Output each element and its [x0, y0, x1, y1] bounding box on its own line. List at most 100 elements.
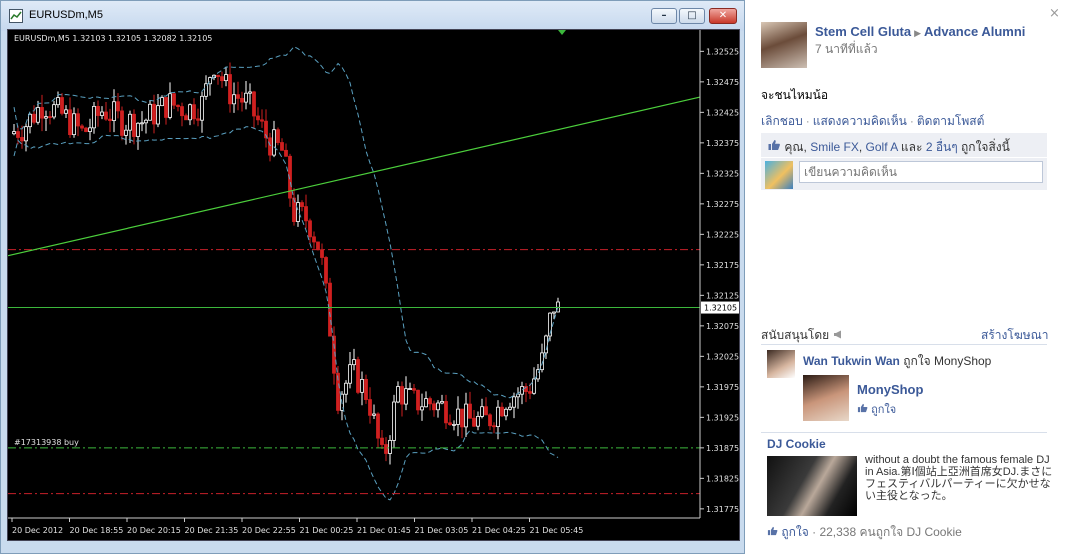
candle-bull	[452, 424, 456, 426]
candle-bull	[436, 402, 440, 411]
thumbs-up-icon	[767, 526, 778, 536]
ad-user-avatar[interactable]	[767, 350, 795, 378]
x-tick-label: 20 Dec 21:35	[185, 526, 239, 535]
window-title: EURUSDm,M5	[29, 9, 103, 21]
candle-bull	[12, 131, 16, 135]
likes-summary: คุณ, Smile FX, Golf A และ 2 อื่นๆ ถูกใจส…	[761, 133, 1047, 157]
candle-bull	[148, 103, 152, 121]
ad2-image[interactable]	[767, 456, 857, 516]
divider	[761, 432, 1047, 433]
candle-bull	[424, 398, 428, 408]
ad2-title-link[interactable]: DJ Cookie	[767, 437, 826, 451]
post-author-avatar[interactable]	[761, 22, 807, 68]
y-tick-label: 1.31775	[706, 505, 739, 514]
candle-bull	[24, 126, 28, 142]
unlike-link[interactable]: เลิกชอบ	[761, 114, 803, 128]
ad2-like-count: · 22,338 คนถูกใจ DJ Cookie	[812, 525, 962, 539]
liker-link-golf-a[interactable]: Golf A	[866, 140, 898, 154]
y-tick-label: 1.32275	[706, 200, 739, 209]
candle-bull	[404, 388, 408, 405]
chart-window: EURUSDm,M5 – □ ✕ 1.32525 1.32475 1.32425 1.…	[0, 0, 745, 554]
candle-bear	[448, 422, 452, 425]
candle-bull	[72, 113, 76, 136]
chart-symbol-header: EURUSDm,M5 1.32103 1.32105 1.32082 1.321…	[14, 34, 212, 43]
candle-bull	[348, 364, 352, 384]
candle-bear	[492, 425, 496, 428]
likes-you: คุณ,	[784, 140, 807, 154]
chart-area[interactable]: 1.32525 1.32475 1.32425 1.32375 1.32325 1.322…	[7, 29, 740, 541]
ad-page-image[interactable]	[803, 375, 849, 421]
ad2-like-button[interactable]: ถูกใจ	[781, 525, 808, 539]
candle-bull	[144, 119, 148, 124]
ad-page-like-button[interactable]: ถูกใจ	[857, 400, 896, 418]
y-tick-label: 1.32125	[706, 291, 739, 300]
candle-bull	[352, 359, 356, 366]
post-target-link[interactable]: Advance Alumni	[924, 24, 1025, 39]
candle-bear	[500, 406, 504, 417]
liker-link-smile-fx[interactable]: Smile FX	[810, 140, 859, 154]
window-titlebar[interactable]: EURUSDm,M5 – □ ✕	[1, 1, 744, 31]
candle-bear	[300, 202, 304, 207]
ad-user-link[interactable]: Wan Tukwin Wan	[803, 354, 900, 368]
likes-others-link[interactable]: 2 อื่นๆ	[926, 140, 958, 154]
candle-bear	[172, 93, 176, 106]
candle-bull	[520, 386, 524, 395]
candle-bear	[32, 113, 36, 123]
candle-bear	[180, 106, 184, 117]
comment-input[interactable]	[799, 161, 1043, 183]
candle-bear	[80, 125, 84, 129]
candle-bear	[384, 444, 388, 454]
candle-bear	[380, 437, 384, 445]
candle-bear	[468, 403, 472, 419]
y-tick-label: 1.32225	[706, 230, 739, 239]
candle-bull	[544, 335, 548, 354]
candle-bear	[488, 414, 492, 427]
candle-bull	[244, 92, 248, 103]
candle-bull	[532, 378, 536, 394]
candle-bear	[368, 399, 372, 416]
candle-bull	[440, 401, 444, 404]
candle-bear	[116, 101, 120, 112]
candle-bear	[16, 131, 20, 138]
y-tick-label: 1.32475	[706, 78, 739, 87]
candle-bear	[356, 359, 360, 393]
candle-bull	[200, 95, 204, 121]
candle-bull	[476, 416, 480, 427]
y-tick-label: 1.32175	[706, 261, 739, 270]
follow-post-link[interactable]: ติดตามโพสต์	[917, 114, 985, 128]
price-chart[interactable]: 1.32525 1.32475 1.32425 1.32375 1.32325 1.322…	[8, 30, 739, 540]
candle-bear	[304, 206, 308, 222]
candle-bear	[308, 220, 312, 238]
chart-window-icon	[9, 9, 23, 23]
candle-bear	[484, 406, 488, 416]
candle-bear	[376, 413, 380, 439]
close-button[interactable]: ✕	[709, 8, 737, 24]
comment-link[interactable]: แสดงความคิดเห็น	[813, 114, 907, 128]
maximize-button[interactable]: □	[679, 8, 705, 24]
x-tick-label: 21 Dec 00:25	[300, 526, 354, 535]
create-ad-link[interactable]: สร้างโฆษณา	[981, 326, 1049, 345]
candle-bull	[392, 401, 396, 441]
post-author-link[interactable]: Stem Cell Gluta	[815, 24, 911, 39]
candle-bear	[416, 389, 420, 411]
post-timestamp[interactable]: 7 นาทีที่แล้ว	[815, 40, 878, 59]
close-icon: ✕	[718, 10, 728, 21]
candle-bull	[128, 113, 132, 131]
candle-bear	[196, 118, 200, 121]
panel-close-icon[interactable]: ×	[1049, 6, 1060, 21]
candle-bull	[508, 406, 512, 410]
candle-bear	[164, 97, 168, 118]
commenter-avatar	[765, 161, 793, 189]
minimize-button[interactable]: –	[651, 8, 677, 24]
candle-bear	[432, 403, 436, 411]
candle-bear	[40, 107, 44, 119]
candle-bear	[284, 149, 288, 157]
sponsored-title: สนับสนุนโดย	[761, 326, 844, 345]
ad2-description: without a doubt the famous female DJ in …	[865, 454, 1053, 502]
candle-bear	[312, 236, 316, 243]
sponsored-label: สนับสนุนโดย	[761, 328, 830, 342]
candle-bear	[280, 142, 284, 151]
ad-page-link[interactable]: MonyShop	[857, 382, 923, 397]
candle-bull	[64, 109, 68, 114]
candle-bull	[372, 413, 376, 416]
